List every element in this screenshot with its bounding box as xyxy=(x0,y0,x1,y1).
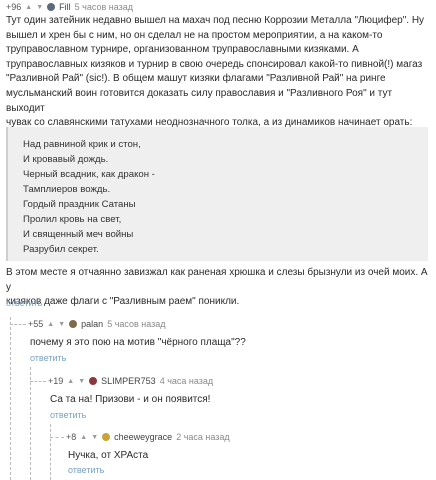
thread-line xyxy=(30,381,46,382)
comment-author[interactable]: cheeweygrace xyxy=(114,432,172,442)
reply-link[interactable]: ответить xyxy=(68,465,104,475)
comment-rating: +8 xyxy=(66,432,77,442)
reply-link[interactable]: ответить xyxy=(30,353,66,363)
thread-line xyxy=(30,367,31,480)
comment-line: кизяков даже флаги с "Разливным раем" по… xyxy=(6,296,240,308)
comment-text-after-quote: В этом месте я отчаянно завизжал как ран… xyxy=(6,266,432,310)
vote-down-icon[interactable]: ▼ xyxy=(58,321,65,328)
thread-line xyxy=(50,437,64,438)
thread-line xyxy=(10,317,11,480)
vote-up-icon[interactable]: ▲ xyxy=(25,4,32,11)
quote-line: Над равниной крик и стон, xyxy=(23,139,141,150)
vote-up-icon[interactable]: ▲ xyxy=(67,378,74,385)
avatar[interactable] xyxy=(89,377,98,385)
comment-time[interactable]: 5 часов назад xyxy=(75,2,133,12)
comment-author[interactable]: palan xyxy=(81,319,103,329)
reply-link[interactable]: ответить xyxy=(50,410,86,420)
comment-line: "Разливной Рай" (sic!). В общем машут ки… xyxy=(6,73,386,85)
comment-text: Тут один затейник недавно вышел на махач… xyxy=(6,14,432,131)
quote-line: И кровавый дождь. xyxy=(23,154,109,165)
quote-line: Пролил кровь на свет, xyxy=(23,214,122,225)
comment-time[interactable]: 5 часов назад xyxy=(107,319,165,329)
quote-line: Разрубил секрет. xyxy=(23,244,99,255)
quote-line: Гордый праздник Сатаны xyxy=(23,199,136,210)
comment-line: мусльманский воин готовится доказать сил… xyxy=(6,87,393,114)
comment-rating: +55 xyxy=(28,319,44,329)
thread-line xyxy=(10,324,26,325)
vote-down-icon[interactable]: ▼ xyxy=(91,434,98,441)
comment-header: +55 ▲ ▼ palan 5 часов назад xyxy=(28,319,166,329)
comment-author[interactable]: Fill xyxy=(59,2,71,12)
vote-down-icon[interactable]: ▼ xyxy=(78,378,85,385)
comment-line: труправославном турнире, организованном … xyxy=(6,44,359,56)
comment-rating: +96 xyxy=(6,2,22,12)
quote-line: И священный меч войны xyxy=(23,229,134,240)
quote-line: Черный всадник, как дракон - xyxy=(23,169,155,180)
comment-rating: +19 xyxy=(48,376,64,386)
thread-line xyxy=(50,424,51,480)
quote-line: Тамплиеров вождь. xyxy=(23,184,111,195)
reply-link[interactable]: ответить xyxy=(6,298,42,308)
comment-header: +96 ▲ ▼ Fill 5 часов назад xyxy=(6,2,133,12)
comment-time[interactable]: 2 часа назад xyxy=(176,432,229,442)
vote-up-icon[interactable]: ▲ xyxy=(80,434,87,441)
comment-time[interactable]: 4 часа назад xyxy=(160,376,213,386)
comment-header: +8 ▲ ▼ cheeweygrace 2 часа назад xyxy=(66,432,230,442)
avatar[interactable] xyxy=(69,320,78,328)
comment-author[interactable]: SLIMPER753 xyxy=(101,376,156,386)
avatar[interactable] xyxy=(47,3,56,11)
comment-text: Нучка, от ХРАста xyxy=(68,450,149,461)
comment-line: вышел и хрен бы с ним, но он сделал не н… xyxy=(6,29,383,41)
comment-line: Тут один затейник недавно вышел на махач… xyxy=(6,15,425,26)
quote-block: Над равниной крик и стон, И кровавый дож… xyxy=(6,127,428,261)
comment-text: Са та на! Призови - и он появится! xyxy=(50,394,211,405)
vote-down-icon[interactable]: ▼ xyxy=(36,4,43,11)
comment-text: почему я это пою на мотив "чёрного плаща… xyxy=(30,337,246,348)
comment-header: +19 ▲ ▼ SLIMPER753 4 часа назад xyxy=(48,376,213,386)
vote-up-icon[interactable]: ▲ xyxy=(47,321,54,328)
comment-line: В этом месте я отчаянно завизжал как ран… xyxy=(6,267,428,293)
avatar[interactable] xyxy=(102,433,111,441)
comment-line: труправославных кизяков и турнир в свою … xyxy=(6,58,423,70)
